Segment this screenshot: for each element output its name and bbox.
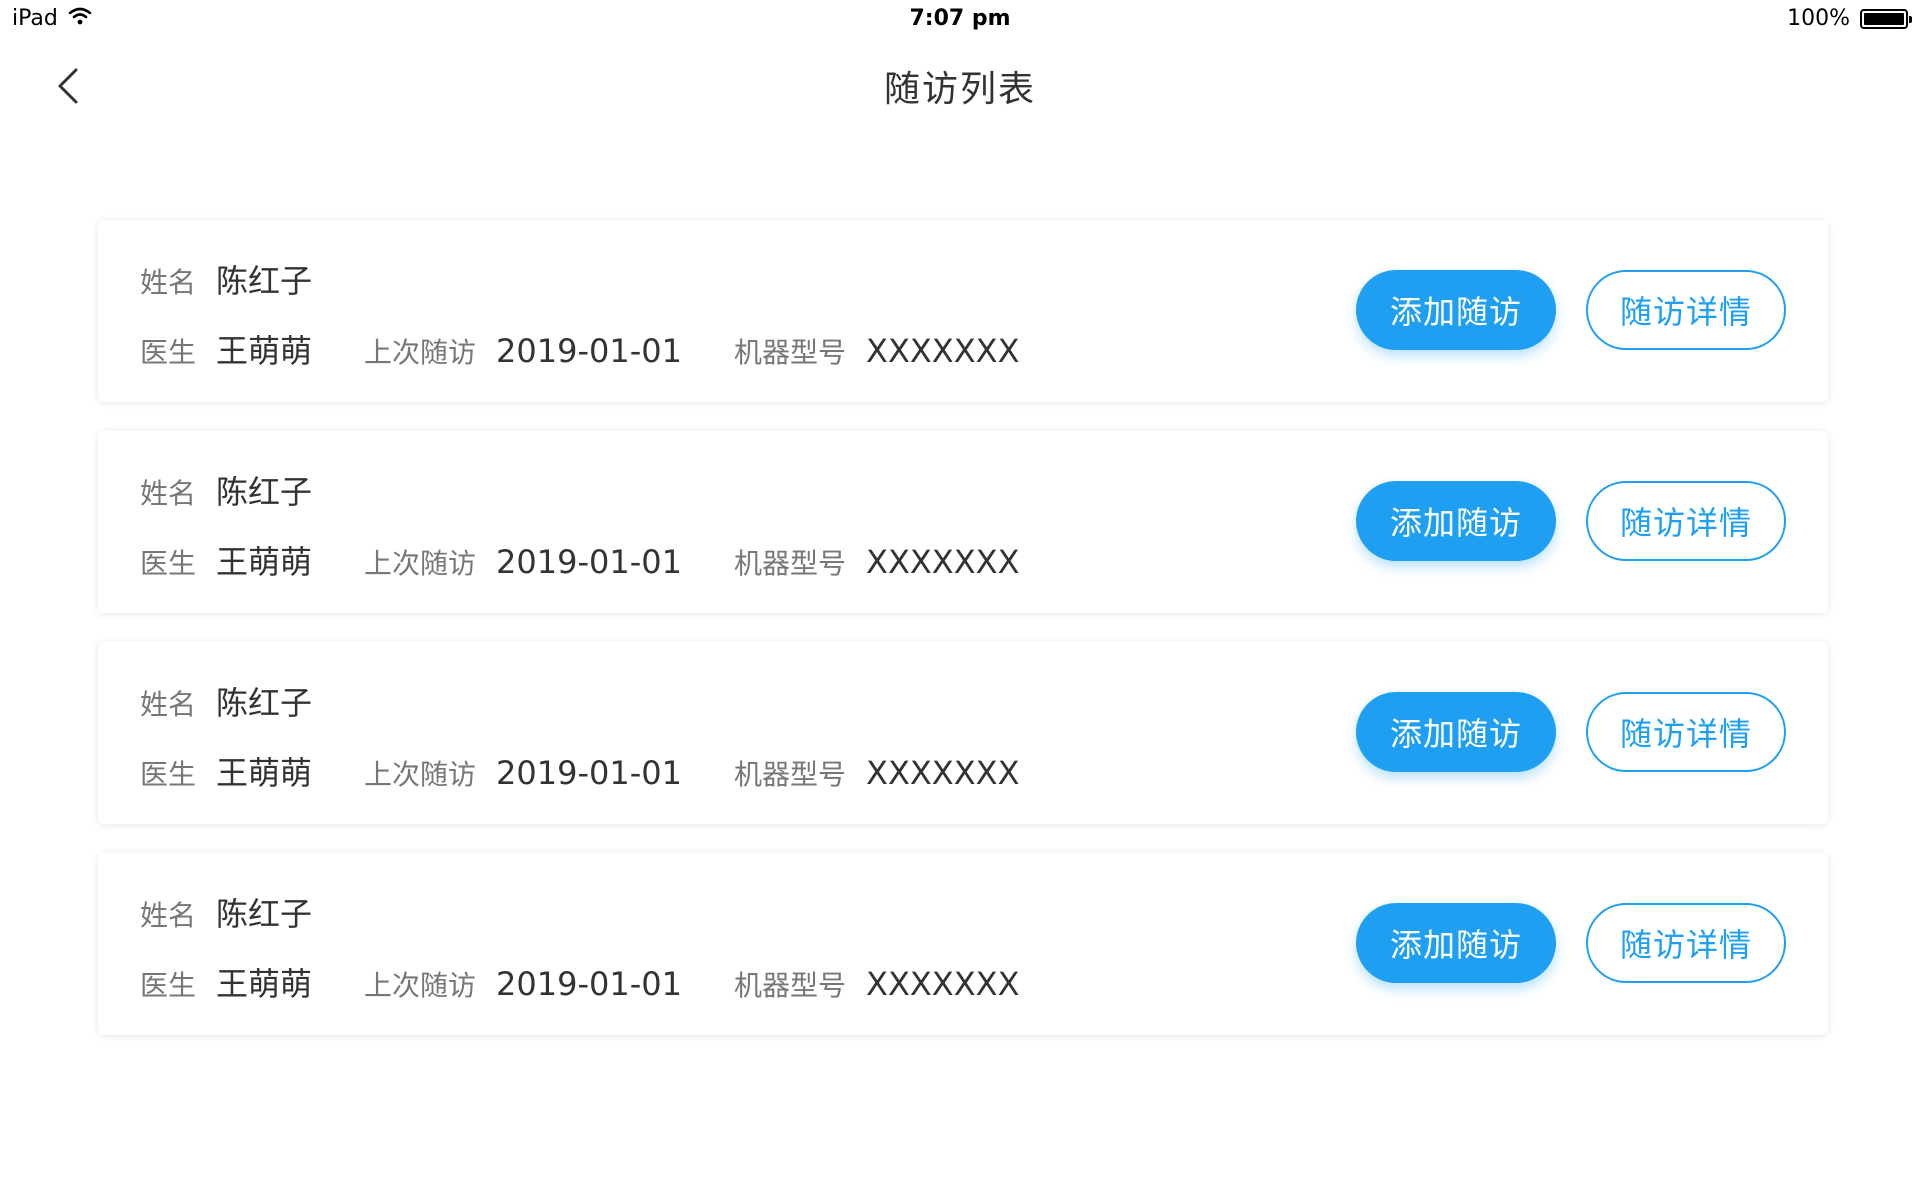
add-follow-up-button[interactable]: 添加随访 [1356, 481, 1556, 561]
last-visit-label: 上次随访 [364, 969, 477, 1002]
follow-up-list: 姓名 陈红子 医生 王萌萌 上次随访 2019-01-01 机器型号 XXXXX… [98, 220, 1828, 1064]
doctor-label: 医生 [140, 969, 197, 1002]
battery-icon [1860, 8, 1912, 29]
last-visit-value: 2019-01-01 [496, 965, 683, 1003]
machine-model-label: 机器型号 [734, 758, 847, 791]
machine-model-value: XXXXXXX [866, 965, 1020, 1003]
name-label: 姓名 [140, 688, 197, 721]
info-row: 医生 王萌萌 上次随访 2019-01-01 机器型号 XXXXXXX [140, 326, 1019, 372]
name-row: 姓名 陈红子 [140, 889, 312, 935]
nav-bar: 随访列表 [0, 40, 1920, 130]
add-follow-up-button[interactable]: 添加随访 [1356, 903, 1556, 983]
doctor-value: 王萌萌 [216, 332, 313, 370]
list-item: 姓名 陈红子 医生 王萌萌 上次随访 2019-01-01 机器型号 XXXXX… [98, 431, 1828, 613]
add-follow-up-button[interactable]: 添加随访 [1356, 692, 1556, 772]
name-value: 陈红子 [216, 684, 313, 722]
last-visit-label: 上次随访 [364, 547, 477, 580]
status-bar: iPad 7:07 pm 100% [0, 0, 1920, 40]
name-row: 姓名 陈红子 [140, 256, 312, 302]
name-label: 姓名 [140, 477, 197, 510]
status-time: 7:07 pm [909, 6, 1011, 31]
follow-up-detail-button[interactable]: 随访详情 [1586, 481, 1786, 561]
add-follow-up-button[interactable]: 添加随访 [1356, 270, 1556, 350]
machine-model-label: 机器型号 [734, 336, 847, 369]
name-value: 陈红子 [216, 262, 313, 300]
doctor-label: 医生 [140, 336, 197, 369]
info-row: 医生 王萌萌 上次随访 2019-01-01 机器型号 XXXXXXX [140, 959, 1019, 1005]
name-label: 姓名 [140, 899, 197, 932]
last-visit-value: 2019-01-01 [496, 543, 683, 581]
info-row: 医生 王萌萌 上次随访 2019-01-01 机器型号 XXXXXXX [140, 537, 1019, 583]
name-value: 陈红子 [216, 473, 313, 511]
follow-up-detail-button[interactable]: 随访详情 [1586, 270, 1786, 350]
name-value: 陈红子 [216, 895, 313, 933]
list-item: 姓名 陈红子 医生 王萌萌 上次随访 2019-01-01 机器型号 XXXXX… [98, 853, 1828, 1035]
machine-model-value: XXXXXXX [866, 332, 1020, 370]
list-item: 姓名 陈红子 医生 王萌萌 上次随访 2019-01-01 机器型号 XXXXX… [98, 220, 1828, 402]
follow-up-detail-button[interactable]: 随访详情 [1586, 903, 1786, 983]
last-visit-value: 2019-01-01 [496, 754, 683, 792]
doctor-value: 王萌萌 [216, 965, 313, 1003]
machine-model-value: XXXXXXX [866, 543, 1020, 581]
list-item: 姓名 陈红子 医生 王萌萌 上次随访 2019-01-01 机器型号 XXXXX… [98, 642, 1828, 824]
status-right: 100% [1787, 6, 1912, 31]
last-visit-label: 上次随访 [364, 758, 477, 791]
doctor-value: 王萌萌 [216, 754, 313, 792]
last-visit-value: 2019-01-01 [496, 332, 683, 370]
machine-model-label: 机器型号 [734, 969, 847, 1002]
machine-model-label: 机器型号 [734, 547, 847, 580]
doctor-label: 医生 [140, 547, 197, 580]
doctor-label: 医生 [140, 758, 197, 791]
machine-model-value: XXXXXXX [866, 754, 1020, 792]
doctor-value: 王萌萌 [216, 543, 313, 581]
name-row: 姓名 陈红子 [140, 678, 312, 724]
page-title: 随访列表 [883, 69, 1036, 110]
name-label: 姓名 [140, 266, 197, 299]
info-row: 医生 王萌萌 上次随访 2019-01-01 机器型号 XXXXXXX [140, 748, 1019, 794]
battery-percent: 100% [1787, 6, 1850, 31]
follow-up-detail-button[interactable]: 随访详情 [1586, 692, 1786, 772]
last-visit-label: 上次随访 [364, 336, 477, 369]
name-row: 姓名 陈红子 [140, 467, 312, 513]
